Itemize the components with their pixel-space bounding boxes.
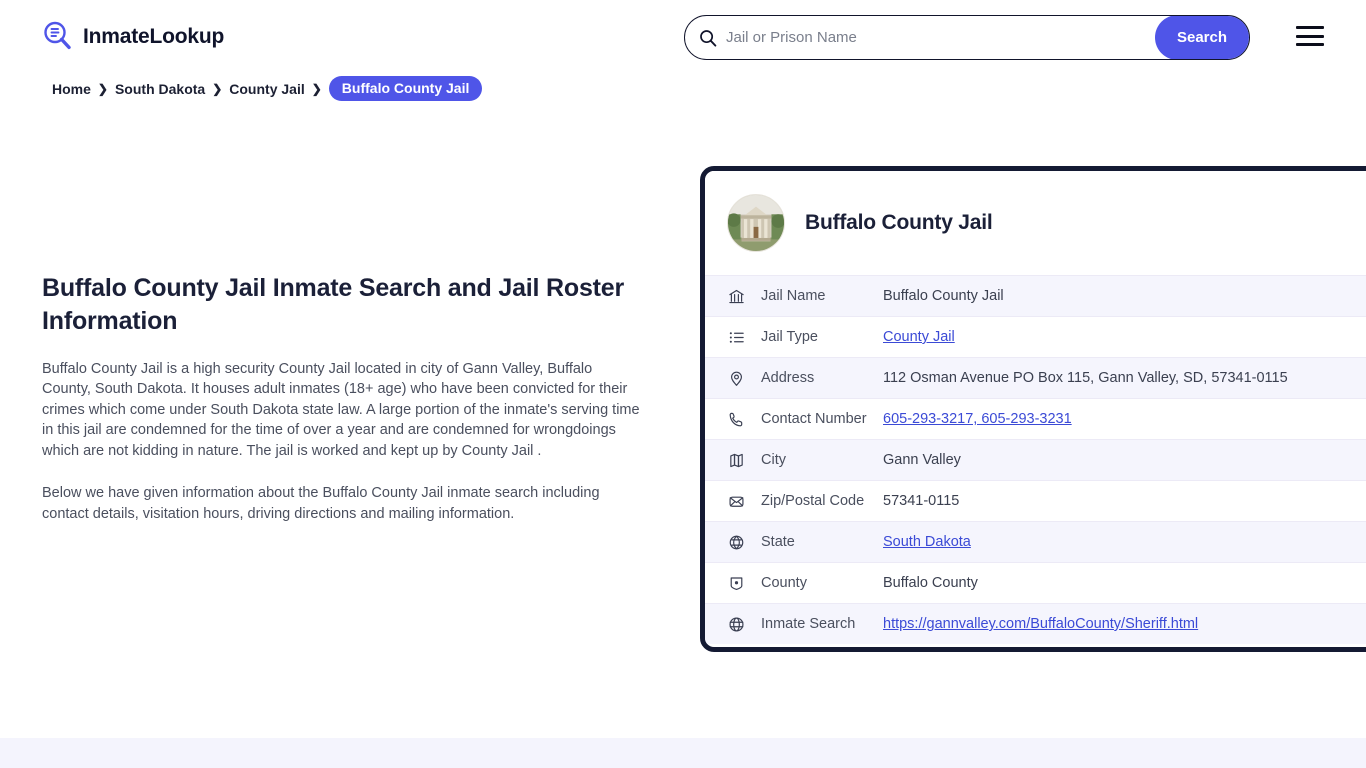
magnifier-list-icon — [42, 20, 74, 52]
row-value: 112 Osman Avenue PO Box 115, Gann Valley… — [883, 370, 1288, 386]
phone-icon — [727, 410, 745, 428]
table-row: Zip/Postal Code 57341-0115 — [705, 480, 1366, 521]
breadcrumb-separator: ❯ — [311, 81, 322, 96]
table-row: County Buffalo County — [705, 562, 1366, 603]
bank-icon — [727, 287, 745, 305]
table-row: Jail Name Buffalo County Jail — [705, 275, 1366, 316]
breadcrumb-item-south-dakota[interactable]: South Dakota — [115, 81, 205, 97]
breadcrumb-item-home[interactable]: Home — [52, 81, 91, 97]
row-value-link[interactable]: https://gannvalley.com/BuffaloCounty/She… — [883, 616, 1198, 632]
row-label: State — [761, 534, 795, 550]
breadcrumb-separator: ❯ — [97, 81, 108, 96]
row-value-link[interactable]: South Dakota — [883, 534, 971, 550]
row-value-link[interactable]: 605-293-3217, 605-293-3231 — [883, 411, 1072, 427]
globe-pin-icon — [727, 533, 745, 551]
table-row: Jail Type County Jail — [705, 316, 1366, 357]
search-button[interactable]: Search — [1155, 16, 1249, 59]
search-input[interactable] — [717, 16, 1155, 59]
envelope-icon — [727, 492, 745, 510]
row-label: Address — [761, 370, 815, 386]
brand-logo[interactable]: InmateLookup — [42, 20, 224, 52]
breadcrumb: Home ❯ South Dakota ❯ County Jail ❯ Buff… — [52, 76, 483, 101]
search-icon — [699, 29, 717, 47]
page-root: InmateLookup Search Home ❯ South Dakota … — [0, 0, 1366, 768]
page-title: Buffalo County Jail Inmate Search and Ja… — [42, 274, 625, 335]
row-value: Buffalo County Jail — [883, 288, 1004, 304]
row-value: Gann Valley — [883, 452, 961, 468]
row-label: Contact Number — [761, 411, 867, 427]
list-icon — [727, 328, 745, 346]
row-label: Jail Name — [761, 288, 826, 304]
row-label: Inmate Search — [761, 616, 856, 632]
row-value: Buffalo County — [883, 575, 978, 591]
breadcrumb-item-current[interactable]: Buffalo County Jail — [328, 76, 483, 101]
table-row: Contact Number 605-293-3217, 605-293-323… — [705, 398, 1366, 439]
search-bar[interactable]: Search — [684, 15, 1250, 60]
breadcrumb-separator: ❯ — [212, 81, 223, 96]
courthouse-photo — [727, 194, 785, 252]
row-label: County — [761, 575, 807, 591]
jail-info-card: Buffalo County Jail Jail Name Buffalo Co… — [700, 166, 1366, 652]
card-header: Buffalo County Jail — [705, 171, 1366, 275]
article-content: Buffalo County Jail Inmate Search and Ja… — [42, 272, 642, 546]
brand-name: InmateLookup — [83, 24, 225, 48]
article-paragraph-1: Buffalo County Jail is a high security C… — [42, 361, 640, 459]
table-row: Inmate Search https://gannvalley.com/Buf… — [705, 603, 1366, 644]
site-header: InmateLookup Search — [0, 0, 1366, 74]
map-icon — [727, 451, 745, 469]
table-row: Address 112 Osman Avenue PO Box 115, Gan… — [705, 357, 1366, 398]
row-value: 57341-0115 — [883, 493, 960, 509]
card-title: Buffalo County Jail — [805, 211, 993, 234]
hamburger-bar — [1296, 43, 1324, 46]
hamburger-bar — [1296, 34, 1324, 38]
globe-icon — [727, 615, 745, 633]
hamburger-menu-icon[interactable] — [1296, 26, 1324, 46]
footer-band — [0, 738, 1366, 768]
row-label: City — [761, 452, 786, 468]
table-row: State South Dakota — [705, 521, 1366, 562]
location-pin-icon — [727, 369, 745, 387]
row-label: Zip/Postal Code — [761, 493, 865, 509]
breadcrumb-item-county-jail[interactable]: County Jail — [229, 81, 304, 97]
row-value-link[interactable]: County Jail — [883, 329, 955, 345]
hamburger-bar — [1296, 26, 1324, 29]
row-label: Jail Type — [761, 329, 818, 345]
article-paragraph-2: Below we have given information about th… — [42, 485, 600, 522]
table-row: City Gann Valley — [705, 439, 1366, 480]
county-icon — [727, 574, 745, 592]
